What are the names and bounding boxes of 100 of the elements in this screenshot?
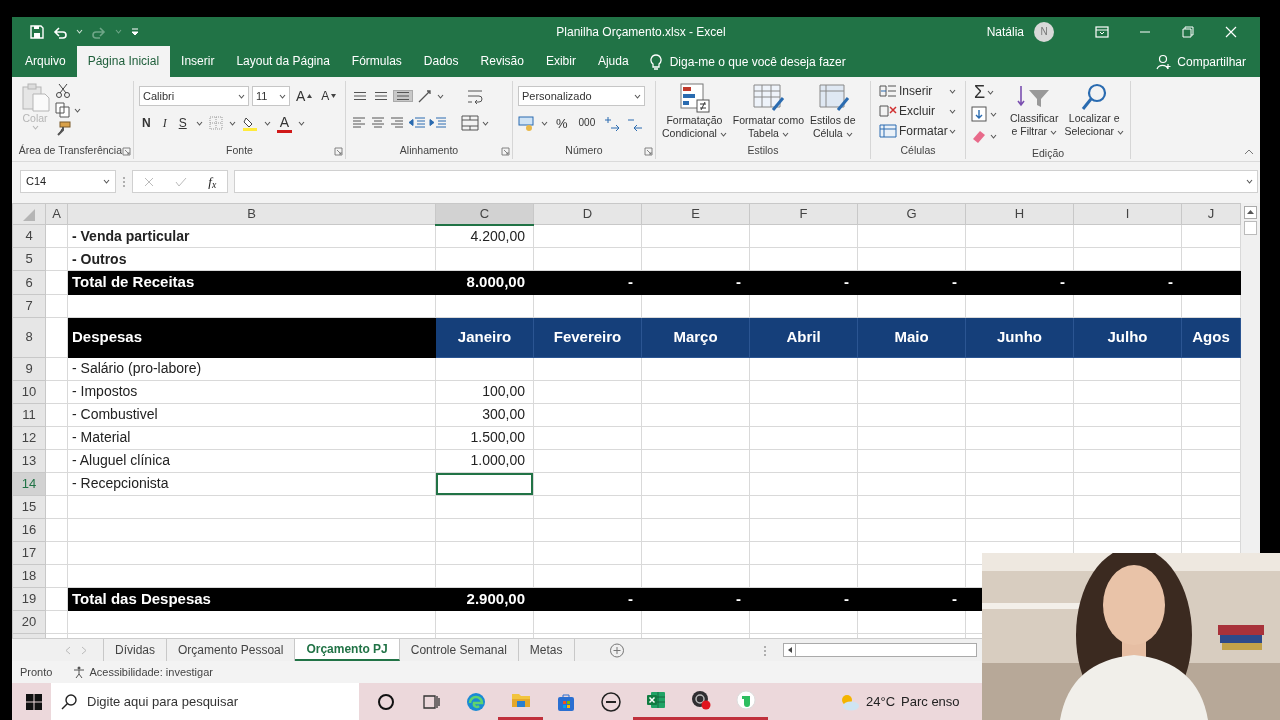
share-button[interactable]: Compartilhar	[1177, 52, 1246, 71]
shrink-font-button[interactable]: A	[318, 89, 340, 103]
column-header[interactable]: E	[641, 203, 750, 225]
grow-font-button[interactable]: A	[293, 88, 316, 104]
table-cell: - Aluguel clínica	[67, 449, 436, 472]
row-header[interactable]: 17	[12, 541, 46, 564]
row-header[interactable]: 5	[12, 247, 46, 271]
search-field[interactable]: Digite aqui para pesquisar	[87, 691, 337, 712]
table-cell: -	[857, 587, 966, 611]
row-header[interactable]: 16	[12, 518, 46, 541]
table-cell: - Outros	[67, 247, 436, 271]
group-label: Edição	[1031, 146, 1065, 161]
style-gallery-button[interactable]: Formatação Condicional	[661, 81, 728, 143]
column-header[interactable]: G	[857, 203, 966, 225]
table-cell: 1.500,00	[435, 426, 534, 449]
row-header[interactable]: 14	[12, 472, 46, 495]
column-header[interactable]: D	[533, 203, 642, 225]
status-text: Pronto	[20, 664, 53, 680]
cells-button[interactable]: Formatar	[876, 122, 960, 140]
autosum-button[interactable]: Σ	[971, 82, 1006, 102]
row-header[interactable]: 20	[12, 610, 46, 634]
table-cell: Despesas	[67, 317, 436, 357]
sheet-tab[interactable]: Controle Semanal	[399, 639, 519, 661]
group-label: Estilos	[747, 143, 779, 159]
sheet-tab[interactable]: Metas	[518, 639, 575, 661]
table-cell: -	[533, 587, 642, 611]
row-header[interactable]: 8	[12, 317, 46, 357]
editing-button[interactable]: Localizar e Selecionar	[1063, 81, 1125, 146]
sheet-tab[interactable]: Orçamento PJ	[295, 639, 400, 661]
style-gallery-button[interactable]: Formatar como Tabela	[731, 81, 805, 143]
ribbon-tab[interactable]: Exibir	[534, 46, 587, 77]
column-header[interactable]: H	[965, 203, 1074, 225]
percent-button[interactable]: %	[553, 115, 571, 131]
table-cell: Agos	[1181, 317, 1241, 357]
table-cell: -	[965, 270, 1074, 294]
table-cell: -	[641, 587, 750, 611]
column-header[interactable]: C	[435, 203, 534, 225]
style-gallery-button[interactable]: Estilos de Célula	[809, 81, 857, 143]
font-size-select[interactable]: 11	[252, 86, 290, 106]
cells-button[interactable]: Inserir	[876, 82, 960, 100]
row-header[interactable]: 15	[12, 495, 46, 518]
ribbon-tab[interactable]: Layout da Página	[225, 46, 341, 77]
group-label: Área de Transferência	[18, 143, 122, 159]
ribbon-tab[interactable]: Inserir	[170, 46, 226, 77]
cells-button[interactable]: Excluir	[876, 102, 960, 120]
table-cell: -	[533, 270, 642, 294]
insert-function-button[interactable]: f$_{x}$	[208, 171, 217, 192]
column-header[interactable]: F	[749, 203, 858, 225]
weather-condition: Parc enso	[901, 692, 960, 711]
bold-button[interactable]: N	[139, 116, 154, 130]
table-cell: 4.200,00	[435, 224, 534, 248]
table-cell: - Combustivel	[67, 403, 436, 426]
table-cell: 100,00	[435, 380, 534, 403]
column-header[interactable]: A	[45, 203, 68, 225]
ribbon-tab[interactable]: Página Inicial	[76, 46, 171, 77]
table-cell: 2.900,00	[435, 587, 534, 611]
column-header[interactable]: J	[1181, 203, 1241, 225]
row-header[interactable]: 7	[12, 294, 46, 317]
font-color-button[interactable]: A	[276, 113, 293, 133]
row-header[interactable]: 4	[12, 224, 46, 248]
table-cell: Total de Receitas	[67, 270, 436, 294]
table-cell: - Impostos	[67, 380, 436, 403]
table-cell: Janeiro	[435, 317, 534, 357]
editing-button[interactable]: Classificar e Filtrar	[1009, 81, 1060, 146]
font-name-select[interactable]: Calibri	[139, 86, 249, 106]
table-cell: 1.000,00	[435, 449, 534, 472]
column-header[interactable]: I	[1073, 203, 1182, 225]
table-cell: -	[857, 270, 966, 294]
table-cell: Fevereiro	[533, 317, 642, 357]
ribbon-tab[interactable]: Revisão	[469, 46, 535, 77]
table-cell: Junho	[965, 317, 1074, 357]
table-cell: - Salário (pro-labore)	[67, 357, 436, 380]
row-header[interactable]: 13	[12, 449, 46, 472]
ribbon-tab[interactable]: Ajuda	[586, 46, 640, 77]
table-cell: 8.000,00	[435, 270, 534, 294]
underline-button[interactable]: S	[175, 116, 190, 130]
row-header[interactable]: 10	[12, 380, 46, 403]
table-cell: 300,00	[435, 403, 534, 426]
tell-me-field[interactable]: Diga-me o que você deseja fazer	[669, 52, 846, 71]
sheet-tab[interactable]: Dívidas	[104, 639, 167, 661]
ribbon-tab[interactable]: Fórmulas	[340, 46, 413, 77]
row-header[interactable]: 6	[12, 270, 46, 294]
group-label: Número	[565, 143, 603, 159]
thousands-button[interactable]: 000	[575, 117, 599, 129]
accessibility-status[interactable]: Acessibilidade: investigar	[89, 663, 213, 681]
search-box[interactable]: Digite aqui para pesquisar	[51, 683, 359, 720]
ribbon-tab[interactable]: Dados	[412, 46, 470, 77]
row-header[interactable]: 18	[12, 564, 46, 587]
row-header[interactable]: 12	[12, 426, 46, 449]
row-header[interactable]: 11	[12, 403, 46, 426]
temperature-text: 24°C	[866, 692, 896, 711]
ribbon-tab[interactable]: Arquivo	[14, 46, 77, 77]
group-label: Fonte	[226, 143, 253, 159]
row-header[interactable]: 9	[12, 357, 46, 380]
column-header[interactable]: B	[67, 203, 436, 225]
row-header[interactable]: 19	[12, 587, 46, 611]
user-name: Natália	[986, 23, 1024, 41]
italic-button[interactable]: I	[159, 116, 170, 130]
number-format-select[interactable]: Personalizado	[518, 86, 645, 106]
name-box[interactable]: C14	[20, 170, 116, 193]
